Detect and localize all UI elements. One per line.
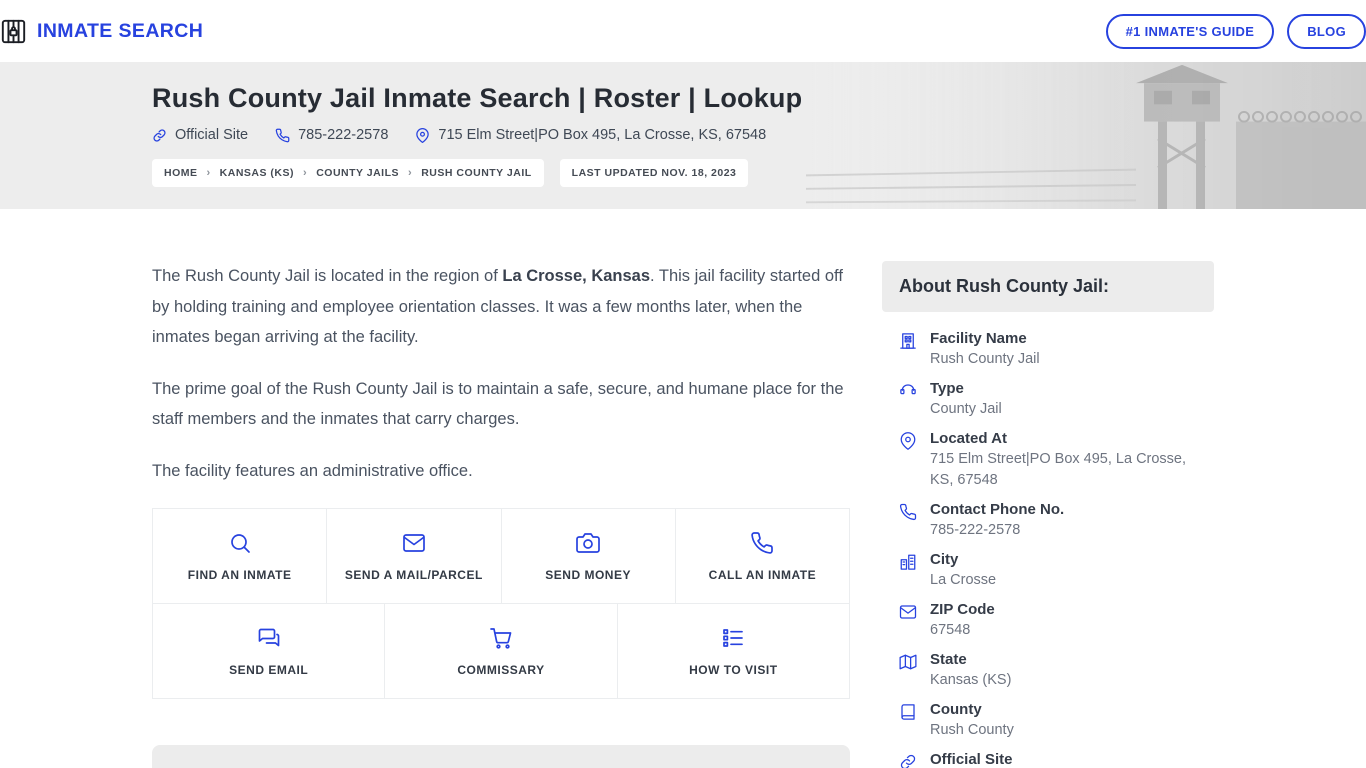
paragraph-1: The Rush County Jail is located in the r… [152, 261, 850, 353]
about-item-value: County Jail [930, 401, 1002, 418]
hero-section: Rush County Jail Inmate Search | Roster … [0, 62, 1366, 209]
pin-icon [899, 432, 917, 450]
list-icon [721, 626, 745, 650]
tile-label: COMMISSARY [457, 662, 545, 677]
send-mail-parcel-button[interactable]: SEND A MAIL/PARCEL [326, 508, 502, 605]
breadcrumb-row: HOME KANSAS (KS) COUNTY JAILS RUSH COUNT… [152, 159, 1214, 187]
pin-icon [415, 128, 430, 143]
about-item-label: State [930, 651, 967, 669]
about-item-county: County Rush County [899, 701, 1212, 741]
about-list: Facility Name Rush County Jail Type Coun… [882, 312, 1214, 768]
about-item-label: Located At [930, 430, 1007, 448]
link-icon [899, 753, 917, 768]
action-tiles: FIND AN INMATE SEND A MAIL/PARCEL SEND M… [152, 508, 850, 700]
breadcrumb-home[interactable]: HOME [164, 167, 198, 179]
phone-icon [750, 531, 774, 555]
tile-label: SEND MONEY [545, 567, 631, 582]
about-item-label: Type [930, 380, 964, 398]
jail-icon [0, 18, 27, 45]
tile-label: FIND AN INMATE [187, 567, 292, 582]
main-content: The Rush County Jail is located in the r… [152, 209, 1214, 768]
about-item-value: 785-222-2578 [930, 522, 1021, 539]
about-item-value: 715 Elm Street|PO Box 495, La Crosse, KS… [930, 451, 1187, 489]
official-site-label: Official Site [175, 127, 249, 143]
tile-row-2: SEND EMAIL COMMISSARY HOW TO VISIT [152, 603, 850, 700]
book-icon [899, 703, 917, 721]
about-card: About Rush County Jail: Facility Name Ru… [882, 261, 1214, 768]
paragraph-1-text: The Rush County Jail is located in the r… [152, 267, 503, 285]
about-item-official-site: Official Site [899, 751, 1212, 768]
header-actions: #1 INMATE'S GUIDE BLOG [1105, 13, 1366, 49]
article-column: The Rush County Jail is located in the r… [152, 261, 850, 768]
about-item-label: Official Site [930, 751, 1013, 768]
about-item-zip-code: ZIP Code 67548 [899, 601, 1212, 641]
about-item-label: Contact Phone No. [930, 501, 1065, 519]
about-item-facility-name: Facility Name Rush County Jail [899, 330, 1212, 370]
last-updated-badge: LAST UPDATED NOV. 18, 2023 [559, 159, 749, 187]
send-email-button[interactable]: SEND EMAIL [152, 603, 386, 700]
phone-icon [899, 503, 917, 521]
next-section-partial [152, 745, 850, 768]
brand-logo[interactable]: INMATE SEARCH [0, 18, 203, 45]
search-icon [228, 531, 252, 555]
blog-button[interactable]: BLOG [1287, 13, 1366, 49]
address: 715 Elm Street|PO Box 495, La Crosse, KS… [415, 127, 766, 143]
about-item-located-at: Located At 715 Elm Street|PO Box 495, La… [899, 430, 1212, 491]
breadcrumb-current: RUSH COUNTY JAIL [408, 167, 532, 179]
commissary-button[interactable]: COMMISSARY [384, 603, 618, 700]
tile-label: SEND A MAIL/PARCEL [344, 567, 483, 582]
handset-icon [899, 382, 917, 400]
building-icon [899, 332, 917, 350]
phone-number: 785-222-2578 [298, 127, 389, 143]
official-site-link[interactable]: Official Site [152, 127, 248, 143]
phone-link[interactable]: 785-222-2578 [275, 127, 388, 143]
tile-label: HOW TO VISIT [689, 662, 778, 677]
city-icon [899, 553, 917, 571]
address-text: 715 Elm Street|PO Box 495, La Crosse, KS… [438, 127, 767, 143]
about-item-value: La Crosse [930, 572, 997, 589]
about-item-value: Rush County [930, 722, 1014, 739]
cart-icon [489, 626, 513, 650]
about-item-type: Type County Jail [899, 380, 1212, 420]
chat-icon [257, 626, 281, 650]
about-item-city: City La Crosse [899, 551, 1212, 591]
paragraph-3: The facility features an administrative … [152, 461, 473, 480]
send-money-button[interactable]: SEND MONEY [500, 508, 676, 605]
mail-icon [402, 531, 426, 555]
tile-label: CALL AN INMATE [708, 567, 817, 582]
call-an-inmate-button[interactable]: CALL AN INMATE [674, 508, 850, 605]
page: INMATE SEARCH #1 INMATE'S GUIDE BLOG Rus… [0, 0, 1366, 768]
phone-icon [275, 128, 290, 143]
map-icon [899, 653, 917, 671]
top-header: INMATE SEARCH #1 INMATE'S GUIDE BLOG [0, 0, 1366, 62]
about-item-label: County [930, 701, 982, 719]
about-card-title: About Rush County Jail: [882, 261, 1214, 312]
about-item-value: Kansas (KS) [930, 672, 1012, 689]
inmates-guide-button[interactable]: #1 INMATE'S GUIDE [1105, 13, 1275, 49]
about-item-label: City [930, 551, 959, 569]
breadcrumb-county-jails[interactable]: COUNTY JAILS [303, 167, 399, 179]
mail-icon [899, 603, 917, 621]
page-title: Rush County Jail Inmate Search | Roster … [152, 83, 803, 113]
about-item-label: ZIP Code [930, 601, 995, 619]
about-item-contact-phone: Contact Phone No. 785-222-2578 [899, 501, 1212, 541]
paragraph-1-bold: La Crosse, Kansas [502, 267, 651, 285]
breadcrumb-kansas[interactable]: KANSAS (KS) [207, 167, 295, 179]
find-an-inmate-button[interactable]: FIND AN INMATE [152, 508, 328, 605]
about-item-label: Facility Name [930, 330, 1027, 347]
about-item-value: Rush County Jail [930, 351, 1040, 367]
breadcrumb: HOME KANSAS (KS) COUNTY JAILS RUSH COUNT… [152, 159, 544, 187]
paragraph-2: The prime goal of the Rush County Jail i… [152, 379, 844, 429]
link-icon [152, 128, 167, 143]
about-item-value: 67548 [930, 622, 971, 639]
tile-label: SEND EMAIL [229, 662, 309, 677]
tile-row-1: FIND AN INMATE SEND A MAIL/PARCEL SEND M… [152, 508, 850, 605]
how-to-visit-button[interactable]: HOW TO VISIT [616, 603, 850, 700]
brand-name: INMATE SEARCH [37, 19, 204, 42]
camera-icon [576, 531, 600, 555]
hero-meta: Official Site 785-222-2578 715 Elm Stree… [152, 127, 1214, 143]
about-item-state: State Kansas (KS) [899, 651, 1212, 691]
